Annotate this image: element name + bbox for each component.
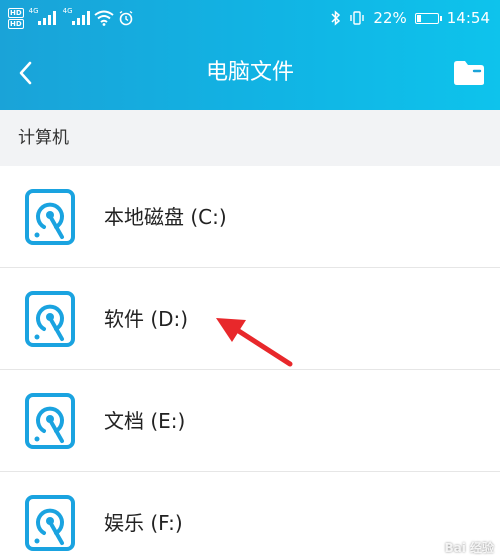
app-header: HD HD 4G 4G 22% 14:54 电脑文件 [0, 0, 500, 110]
drive-item-f[interactable]: 娱乐 (F:) [0, 472, 500, 560]
hd-badge: HD [8, 7, 24, 18]
annotation-arrow-icon [216, 318, 293, 367]
status-left: HD HD 4G 4G [8, 6, 134, 30]
drive-label: 娱乐 (F:) [104, 511, 183, 535]
hard-disk-icon [25, 291, 75, 347]
folder-button[interactable] [452, 59, 486, 87]
hard-disk-icon [25, 495, 75, 551]
hd-icon: HD HD [8, 7, 24, 29]
drive-label: 文档 (E:) [104, 409, 186, 433]
section-header: 计算机 [0, 110, 500, 166]
battery-icon [414, 12, 442, 24]
status-bar: HD HD 4G 4G 22% 14:54 [0, 0, 500, 36]
signal-icon: 4G [63, 7, 90, 25]
network-label: 4G [62, 7, 73, 15]
drive-item-c[interactable]: 本地磁盘 (C:) [0, 166, 500, 268]
network-label: 4G [28, 7, 39, 15]
wifi-icon [94, 10, 114, 26]
hard-disk-icon [25, 189, 75, 245]
signal-icon: 4G [29, 7, 56, 25]
watermark: Bai 经验 [444, 541, 494, 555]
page-title: 电脑文件 [205, 60, 294, 85]
battery-level [416, 14, 421, 22]
drive-item-e[interactable]: 文档 (E:) [0, 370, 500, 472]
alarm-icon [119, 10, 133, 26]
drive-label: 软件 (D:) [104, 307, 189, 331]
battery-percent: 22% [373, 9, 407, 27]
bluetooth-icon [331, 10, 341, 26]
clock: 14:54 [446, 9, 490, 27]
nav-bar: 电脑文件 [0, 36, 500, 110]
hard-disk-icon [25, 393, 75, 449]
vibrate-icon [350, 11, 365, 25]
hd-badge: HD [8, 18, 24, 29]
status-right: 22% 14:54 [331, 6, 490, 30]
folder-icon [454, 61, 484, 85]
drive-label: 本地磁盘 (C:) [104, 205, 227, 229]
